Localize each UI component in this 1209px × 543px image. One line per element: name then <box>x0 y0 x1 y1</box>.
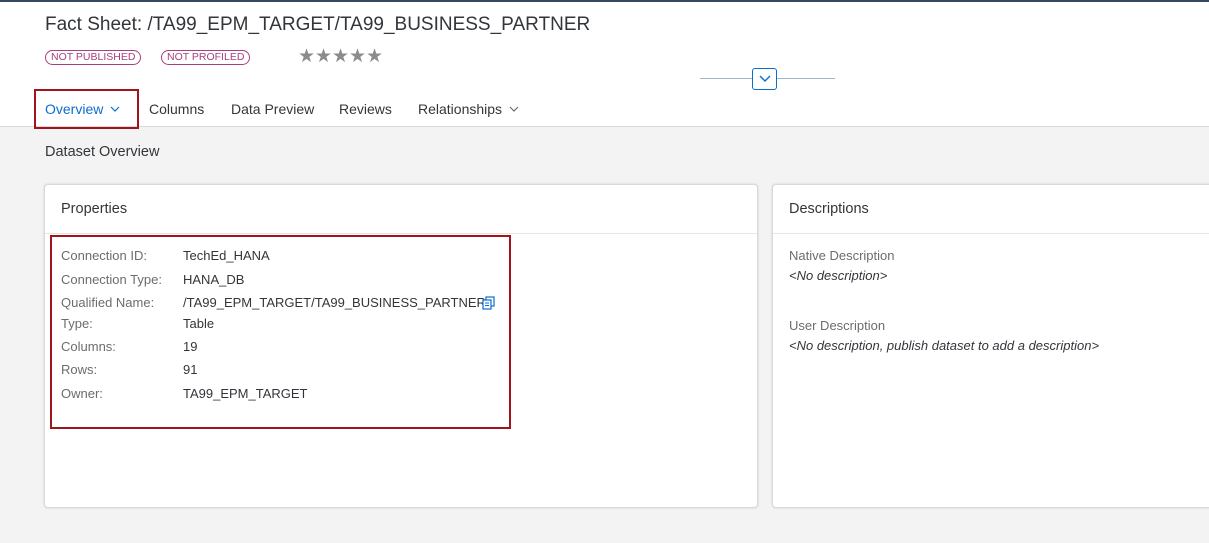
header-divider-right <box>777 78 835 79</box>
star-icon[interactable]: ★ <box>315 46 332 68</box>
header-collapse-button[interactable] <box>752 68 777 90</box>
native-description-value: <No description> <box>789 268 888 283</box>
property-value: 19 <box>183 339 198 354</box>
tab-label: Data Preview <box>231 101 315 117</box>
descriptions-card-title: Descriptions <box>773 185 1209 234</box>
tab-data-preview[interactable]: Data Preview <box>231 89 314 129</box>
status-badge-not-published: NOT PUBLISHED <box>45 50 142 65</box>
page-title: Fact Sheet: /TA99_EPM_TARGET/TA99_BUSINE… <box>45 14 591 35</box>
property-value: Table <box>183 316 215 331</box>
star-icon[interactable]: ★ <box>349 46 366 68</box>
property-value: TechEd_HANA <box>183 248 270 263</box>
property-label: Rows: <box>61 362 98 377</box>
tab-columns[interactable]: Columns <box>149 89 204 129</box>
tab-bar: Overview Columns Data Preview Reviews Re… <box>0 89 700 129</box>
rating-stars[interactable]: ★ ★ ★ ★ ★ <box>298 46 383 68</box>
property-value: 91 <box>183 362 198 377</box>
page-header: Fact Sheet: /TA99_EPM_TARGET/TA99_BUSINE… <box>0 2 1209 129</box>
copy-icon[interactable] <box>482 296 495 310</box>
user-description-label: User Description <box>789 318 886 333</box>
property-value: HANA_DB <box>183 272 245 287</box>
star-icon[interactable]: ★ <box>366 46 383 68</box>
tab-label: Relationships <box>418 101 503 117</box>
tab-reviews[interactable]: Reviews <box>339 89 392 129</box>
chevron-down-icon <box>759 75 770 82</box>
chevron-down-icon <box>509 106 519 112</box>
property-value: /TA99_EPM_TARGET/TA99_BUSINESS_PARTNER <box>183 295 486 310</box>
tab-label: Overview <box>45 101 104 117</box>
property-value: TA99_EPM_TARGET <box>183 386 308 401</box>
property-label: Qualified Name: <box>61 295 155 310</box>
status-badge-not-profiled: NOT PROFILED <box>161 50 251 65</box>
property-label: Connection Type: <box>61 272 162 287</box>
chevron-down-icon <box>110 106 120 112</box>
tab-relationships[interactable]: Relationships <box>418 89 520 129</box>
tab-overview[interactable]: Overview <box>34 89 139 129</box>
section-title: Dataset Overview <box>45 144 160 160</box>
property-label: Columns: <box>61 339 116 354</box>
user-description-value: <No description, publish dataset to add … <box>789 338 1100 353</box>
properties-card-title: Properties <box>45 185 757 234</box>
native-description-label: Native Description <box>789 248 895 263</box>
property-label: Connection ID: <box>61 248 147 263</box>
tab-label: Reviews <box>339 101 392 117</box>
property-label: Type: <box>61 316 93 331</box>
property-label: Owner: <box>61 386 103 401</box>
star-icon[interactable]: ★ <box>298 46 315 68</box>
header-divider-left <box>700 78 752 79</box>
star-icon[interactable]: ★ <box>332 46 349 68</box>
tab-label: Columns <box>149 101 205 117</box>
